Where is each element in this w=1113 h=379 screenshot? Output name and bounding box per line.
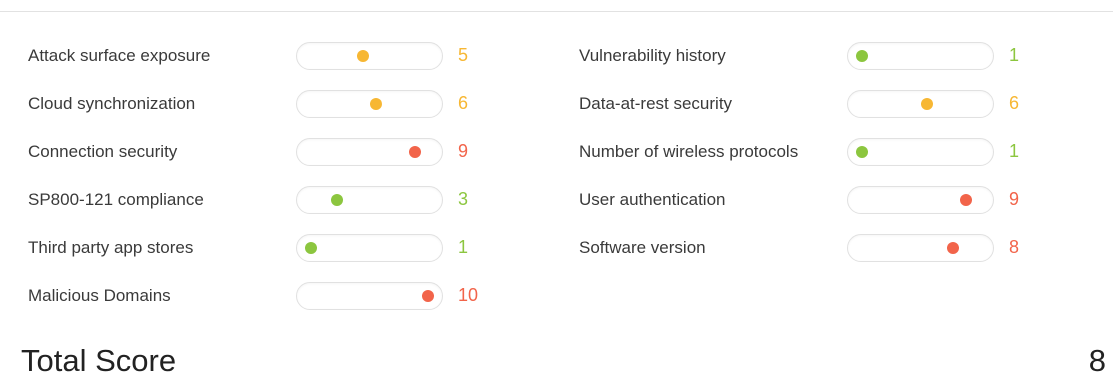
total-score-label: Total Score [21,343,177,378]
score-slider-track [296,42,443,70]
score-indicator-dot [422,290,434,302]
score-indicator-dot [947,242,959,254]
metric-row: Software version 8 [579,224,1059,272]
metric-row: Number of wireless protocols 1 [579,128,1059,176]
metrics-column-left: Attack surface exposure 5 Cloud synchron… [28,32,508,320]
metric-label: Cloud synchronization [28,94,196,113]
metric-label: Vulnerability history [579,46,726,65]
metric-label: Third party app stores [28,238,194,257]
metric-label: User authentication [579,190,726,209]
metric-score: 1 [458,237,469,257]
score-slider-track [296,186,443,214]
metric-score: 9 [458,141,469,161]
metric-score: 5 [458,45,469,65]
score-indicator-dot [357,50,369,62]
score-slider-track [296,90,443,118]
metric-score: 3 [458,189,469,209]
score-slider-track [847,186,994,214]
top-divider [0,11,1113,12]
score-slider-track [296,234,443,262]
metric-score: 8 [1009,237,1020,257]
metric-score: 6 [1009,93,1020,113]
metric-row: Third party app stores 1 [28,224,508,272]
metric-label: SP800-121 compliance [28,190,204,209]
score-indicator-dot [331,194,343,206]
metric-label: Connection security [28,142,178,161]
metric-label: Malicious Domains [28,286,171,305]
score-indicator-dot [856,50,868,62]
score-slider-track [847,234,994,262]
metric-row: User authentication 9 [579,176,1059,224]
metric-label: Attack surface exposure [28,46,211,65]
metric-row: Malicious Domains 10 [28,272,508,320]
metric-row: Connection security 9 [28,128,508,176]
metric-row: Cloud synchronization 6 [28,80,508,128]
metric-row: Data-at-rest security 6 [579,80,1059,128]
metric-row: SP800-121 compliance 3 [28,176,508,224]
score-indicator-dot [960,194,972,206]
score-indicator-dot [305,242,317,254]
metric-score: 10 [458,285,479,305]
metric-label: Software version [579,238,706,257]
metric-score: 6 [458,93,469,113]
score-slider-track [847,90,994,118]
metric-score: 1 [1009,45,1020,65]
score-slider-track [296,138,443,166]
score-slider-track [296,282,443,310]
metric-label: Data-at-rest security [579,94,733,113]
score-indicator-dot [370,98,382,110]
score-indicator-dot [856,146,868,158]
score-indicator-dot [409,146,421,158]
score-slider-track [847,42,994,70]
score-slider-track [847,138,994,166]
metric-score: 9 [1009,189,1020,209]
metric-score: 1 [1009,141,1020,161]
metric-row: Attack surface exposure 5 [28,32,508,80]
score-indicator-dot [921,98,933,110]
total-score-value: 8 [1088,343,1106,378]
metric-row: Vulnerability history 1 [579,32,1059,80]
metric-label: Number of wireless protocols [579,142,799,161]
metrics-column-right: Vulnerability history 1 Data-at-rest sec… [579,32,1059,272]
